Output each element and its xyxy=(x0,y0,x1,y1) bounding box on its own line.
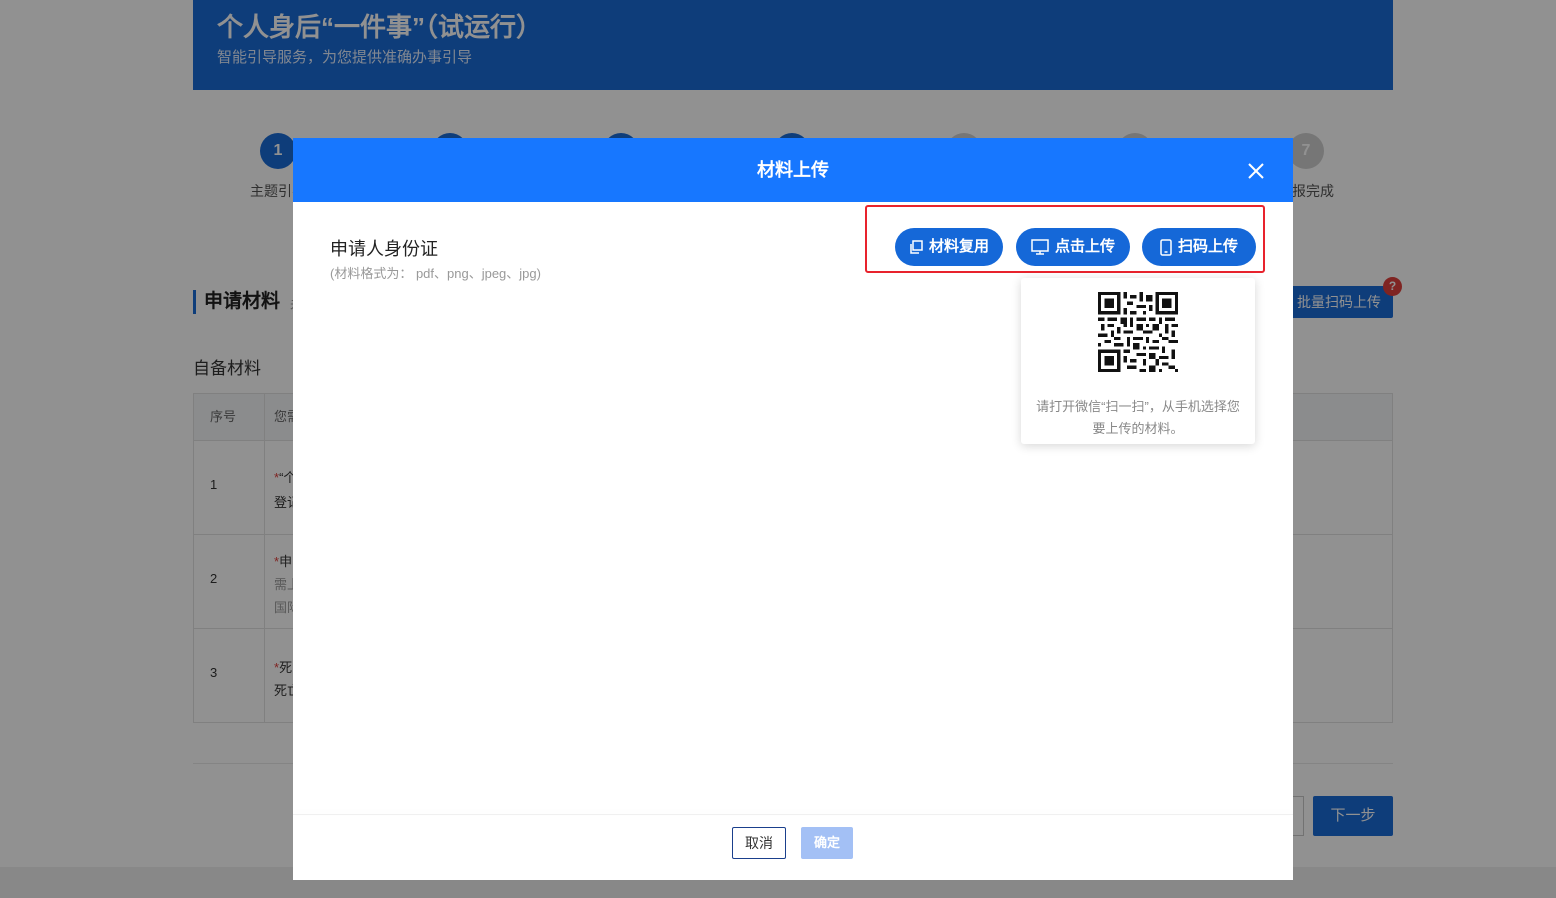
click-upload-label: 点击上传 xyxy=(1054,238,1115,255)
monitor-icon xyxy=(1031,239,1049,255)
scan-upload-label: 扫码上传 xyxy=(1177,238,1238,255)
copy-icon xyxy=(910,240,923,254)
click-upload-button[interactable]: 点击上传 xyxy=(1016,228,1130,266)
qr-hint: 请打开微信“扫一扫”，从手机选择您要上传的材料。 xyxy=(1036,399,1240,436)
modal-header: 材料上传 xyxy=(293,138,1293,202)
qr-code-icon xyxy=(1098,292,1178,372)
modal-footer-divider xyxy=(293,814,1293,815)
confirm-button[interactable]: 确定 xyxy=(801,827,853,859)
reuse-label: 材料复用 xyxy=(928,238,989,255)
material-format: (材料格式为： pdf、png、jpeg、jpg) xyxy=(330,266,541,281)
phone-icon xyxy=(1160,238,1172,256)
close-button[interactable] xyxy=(1245,160,1267,182)
reuse-material-button[interactable]: 材料复用 xyxy=(895,228,1003,266)
close-icon xyxy=(1248,163,1264,179)
modal-title: 材料上传 xyxy=(757,160,829,180)
cancel-button[interactable]: 取消 xyxy=(732,827,786,859)
material-name: 申请人身份证 xyxy=(330,239,438,259)
qr-popover: 请打开微信“扫一扫”，从手机选择您要上传的材料。 xyxy=(1021,278,1255,444)
scan-upload-button[interactable]: 扫码上传 xyxy=(1142,228,1256,266)
upload-modal: 材料上传 申请人身份证 (材料格式为： pdf、png、jpeg、jpg) 材料… xyxy=(293,138,1293,880)
